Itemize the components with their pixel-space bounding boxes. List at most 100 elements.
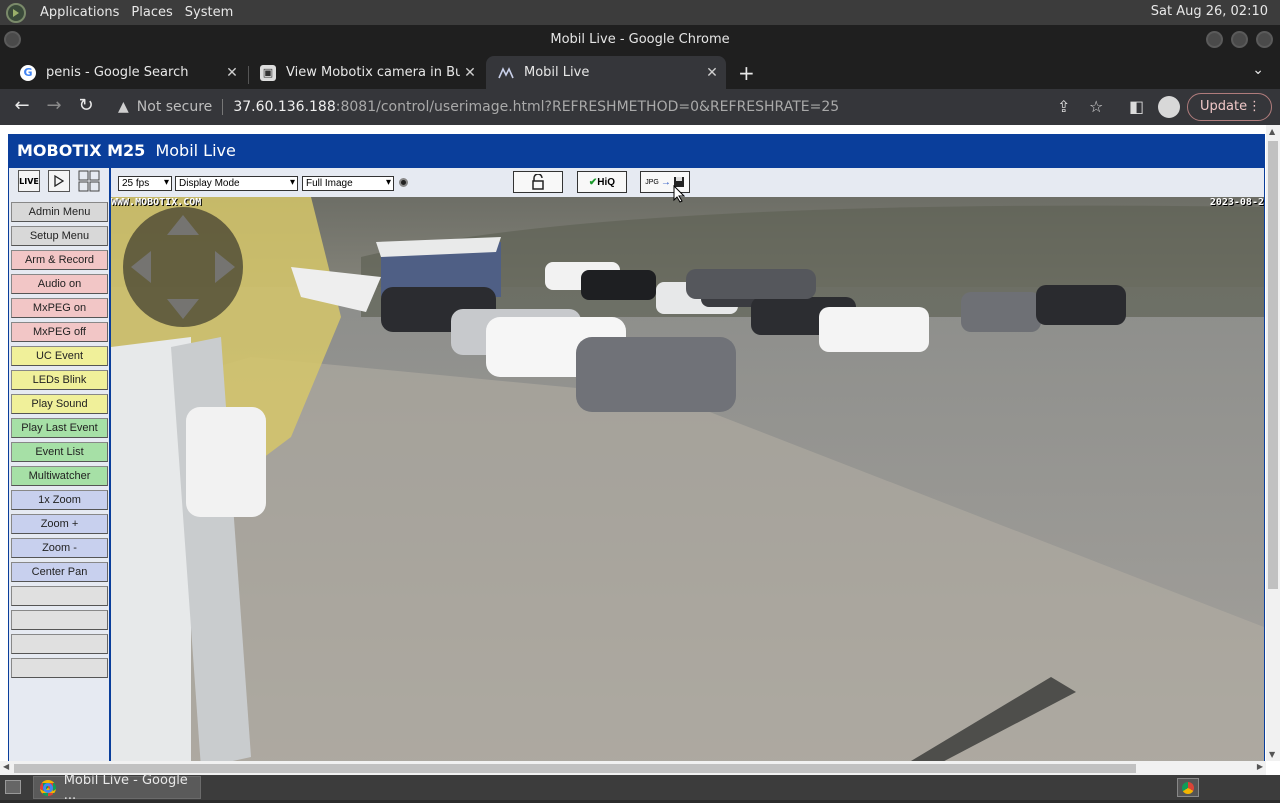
share-icon[interactable]: ⇪ [1057, 97, 1070, 116]
tab-mobil-live[interactable]: Mobil Live ✕ [486, 56, 726, 89]
side-button-zoom[interactable]: Zoom - [11, 538, 108, 558]
close-tab-icon[interactable]: ✕ [222, 65, 242, 81]
side-button-multiwatcher[interactable]: Multiwatcher [11, 466, 108, 486]
scroll-up-icon[interactable]: ▲ [1269, 127, 1275, 136]
menu-dots-icon[interactable]: ⋮ [1248, 94, 1261, 120]
clock[interactable]: Sat Aug 26, 02:10 [1151, 4, 1268, 19]
address-bar[interactable]: ▲ Not secure 37.60.136.188 :8081/control… [104, 93, 1040, 121]
multiview-grid-icon[interactable] [78, 170, 100, 192]
vertical-scrollbar[interactable]: ▲ ▼ [1266, 125, 1280, 761]
tab-title: Mobil Live [524, 65, 590, 80]
scroll-left-icon[interactable]: ◀ [3, 762, 9, 771]
warning-triangle-icon[interactable]: ▲ [118, 99, 129, 115]
play-mode-icon[interactable] [48, 170, 70, 192]
camera-live-image[interactable]: WWW.MOBOTIX.COM 2023-08-2 [111, 197, 1264, 768]
browser-toolbar: ← → ↻ ▲ Not secure 37.60.136.188 :8081/c… [0, 89, 1280, 125]
tab-google-search[interactable]: G penis - Google Search ✕ [8, 56, 246, 89]
status-dot-icon[interactable] [399, 178, 408, 187]
update-label: Update [1200, 99, 1248, 114]
distro-logo-icon[interactable] [6, 2, 26, 23]
tab-strip: G penis - Google Search ✕ ▣ View Mobotix… [0, 54, 1280, 89]
vertical-scroll-thumb[interactable] [1268, 141, 1278, 589]
display-mode-select[interactable]: Display Mode [175, 176, 298, 191]
system-menu[interactable]: System [179, 5, 239, 20]
side-button-uc-event[interactable]: UC Event [11, 346, 108, 366]
check-icon: ✔ [588, 176, 598, 188]
top-panel: Applications Places System Sat Aug 26, 0… [0, 0, 1280, 25]
side-button-arm-record[interactable]: Arm & Record [11, 250, 108, 270]
side-button-empty-17[interactable] [11, 610, 108, 630]
tab-insecam[interactable]: ▣ View Mobotix camera in Bulgaria ✕ [248, 56, 484, 89]
close-tab-icon[interactable]: ✕ [460, 65, 480, 81]
scroll-down-icon[interactable]: ▼ [1269, 750, 1275, 759]
camera-frame: LIVE Admin Menu Setup Menu Arm & Record Aud… [8, 167, 1265, 768]
show-desktop-icon[interactable] [5, 780, 21, 794]
places-menu[interactable]: Places [125, 5, 178, 20]
side-button-play-last-event[interactable]: Play Last Event [11, 418, 108, 438]
side-button-mxpeg-off[interactable]: MxPEG off [11, 322, 108, 342]
camera-brand: MOBOTIX M25 [17, 141, 146, 160]
maximize-icon[interactable] [1231, 31, 1248, 48]
taskbar: Mobil Live - Google ... [0, 773, 1280, 803]
unlock-button[interactable] [513, 171, 563, 193]
close-tab-icon[interactable]: ✕ [702, 65, 722, 81]
fps-select[interactable]: 25 fps [118, 176, 172, 191]
side-button-admin-menu[interactable]: Admin Menu [11, 202, 108, 222]
tab-search-chevron-down-icon[interactable]: ⌄ [1252, 62, 1264, 78]
window-menu-icon[interactable] [4, 31, 21, 48]
chrome-icon [1182, 781, 1194, 794]
window-title: Mobil Live - Google Chrome [550, 32, 730, 47]
arrow-right-icon: → [660, 176, 671, 188]
update-button[interactable]: Update ⋮ [1187, 93, 1272, 121]
applications-menu[interactable]: Applications [34, 5, 125, 20]
window-titlebar: Mobil Live - Google Chrome [0, 25, 1280, 54]
side-button-zoom[interactable]: Zoom + [11, 514, 108, 534]
side-button-mxpeg-on[interactable]: MxPEG on [11, 298, 108, 318]
forward-arrow-icon[interactable]: → [42, 95, 66, 116]
url-path[interactable]: :8081/control/userimage.html?REFRESHMETH… [336, 99, 839, 115]
taskbar-item-chrome[interactable]: Mobil Live - Google ... [33, 773, 201, 803]
side-button-event-list[interactable]: Event List [11, 442, 108, 462]
back-arrow-icon[interactable]: ← [10, 95, 34, 116]
side-button-audio-on[interactable]: Audio on [11, 274, 108, 294]
address-divider [222, 99, 224, 115]
reload-icon[interactable]: ↻ [74, 95, 98, 116]
hiq-label: HiQ [597, 176, 616, 188]
side-button-1x-zoom[interactable]: 1x Zoom [11, 490, 108, 510]
new-tab-icon[interactable]: + [738, 61, 755, 85]
image-size-value: Full Image [306, 178, 353, 189]
side-button-setup-menu[interactable]: Setup Menu [11, 226, 108, 246]
mouse-cursor-icon [673, 185, 685, 203]
profile-avatar-icon[interactable] [1158, 96, 1180, 118]
padlock-icon [532, 174, 544, 190]
insecam-icon: ▣ [260, 64, 276, 81]
google-icon: G [20, 64, 36, 81]
camera-scene [111, 197, 1264, 768]
bookmark-star-icon[interactable]: ☆ [1089, 97, 1103, 116]
side-button-play-sound[interactable]: Play Sound [11, 394, 108, 414]
minimize-icon[interactable] [1206, 31, 1223, 48]
side-button-center-pan[interactable]: Center Pan [11, 562, 108, 582]
workspace-switcher[interactable] [1177, 778, 1199, 797]
hiq-button[interactable]: ✔ HiQ [577, 171, 627, 193]
fps-select-value: 25 fps [122, 178, 150, 189]
security-label[interactable]: Not secure [137, 99, 213, 115]
taskbar-item-label: Mobil Live - Google ... [63, 772, 188, 803]
jpg-label: JPG [645, 178, 659, 186]
close-window-icon[interactable] [1256, 31, 1273, 48]
overlay-watermark: WWW.MOBOTIX.COM [111, 197, 202, 208]
side-button-empty-19[interactable] [11, 658, 108, 678]
camera-page-title: Mobil Live [155, 141, 236, 160]
side-button-leds-blink[interactable]: LEDs Blink [11, 370, 108, 390]
live-mode-button[interactable]: LIVE [18, 170, 40, 192]
overlay-timestamp: 2023-08-2 [1209, 197, 1264, 208]
side-panel-icon[interactable]: ◧ [1129, 97, 1144, 116]
url-host[interactable]: 37.60.136.188 [233, 99, 335, 115]
control-row: 25 fps Display Mode Full Image ✔HiQ JPG→ [111, 168, 1264, 197]
side-button-empty-18[interactable] [11, 634, 108, 654]
scroll-right-icon[interactable]: ▶ [1257, 762, 1263, 771]
chrome-icon [40, 779, 56, 796]
side-button-empty-16[interactable] [11, 586, 108, 606]
page-content: MOBOTIX M25 Mobil Live LIVE Admin Menu Se… [0, 125, 1280, 775]
image-size-select[interactable]: Full Image [302, 176, 394, 191]
